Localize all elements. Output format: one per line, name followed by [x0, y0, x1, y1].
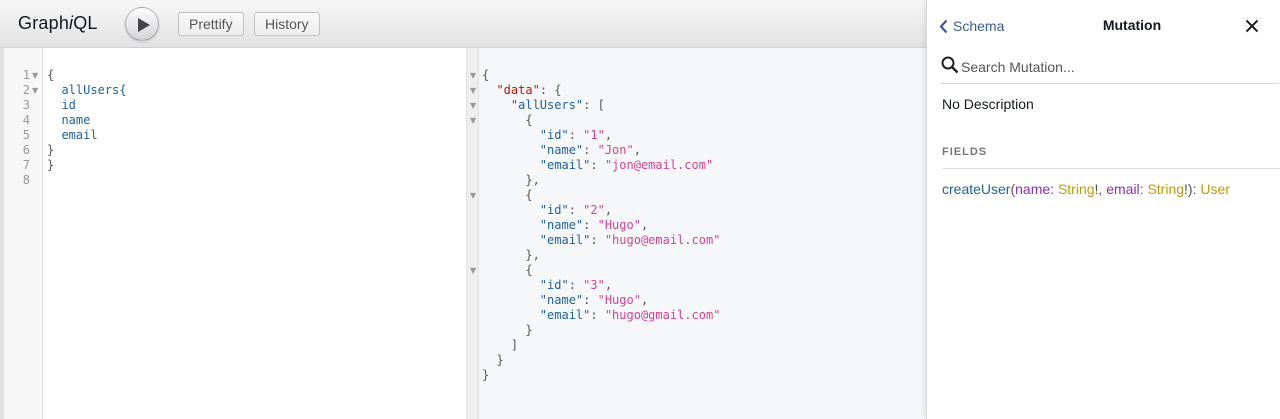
- query-line: {: [47, 68, 55, 82]
- result-line: },: [482, 173, 540, 187]
- result-line: "id": "3",: [539, 278, 613, 292]
- result-line: "email": "jon@email.com": [539, 158, 714, 172]
- doc-search: [941, 52, 1279, 84]
- result-line: }: [482, 323, 533, 337]
- query-editor[interactable]: 1 ▼ 2 ▼ 3 4 5 6 7 8 { allUsers{ id name …: [0, 48, 466, 419]
- field-name-link[interactable]: createUser: [942, 181, 1010, 197]
- argument-name: name: [1015, 181, 1051, 197]
- result-line: "id": "1",: [539, 128, 613, 142]
- back-to-schema-link[interactable]: Schema: [939, 16, 1004, 36]
- fold-arrow-icon[interactable]: ▼: [470, 83, 476, 98]
- result-line: {: [482, 113, 533, 127]
- query-line: id: [47, 98, 76, 112]
- query-line: }: [47, 143, 55, 157]
- line-number: 4: [22, 113, 30, 127]
- line-number: 6: [22, 143, 30, 157]
- line-number: 2: [22, 83, 30, 97]
- result-line: "data": {: [496, 83, 562, 97]
- close-docs-button[interactable]: [1245, 16, 1261, 34]
- chevron-left-icon: [939, 19, 948, 33]
- back-link-label: Schema: [953, 18, 1005, 34]
- fold-arrow-icon[interactable]: ▼: [470, 188, 476, 203]
- fold-arrow-icon[interactable]: ▼: [470, 98, 476, 113]
- result-line: },: [482, 248, 540, 262]
- query-line: allUsers{: [47, 83, 127, 97]
- result-line: "name": "Hugo",: [539, 218, 649, 232]
- line-number-gutter: 1 ▼ 2 ▼ 3 4 5 6 7 8: [4, 48, 43, 419]
- result-line: "name": "Jon",: [539, 143, 641, 157]
- argument-type-link[interactable]: String: [1147, 181, 1184, 197]
- doc-title: Mutation: [1102, 17, 1162, 33]
- result-line: "email": "hugo@email.com": [539, 233, 721, 247]
- result-line: "name": "Hugo",: [539, 293, 649, 307]
- doc-explorer-header: Schema Mutation: [927, 0, 1280, 49]
- line-number: 1: [22, 68, 30, 82]
- result-line: ]: [482, 338, 519, 352]
- type-description: No Description: [942, 96, 1034, 112]
- doc-explorer: Schema Mutation No Description FIELDS cr…: [926, 0, 1280, 419]
- query-line: name: [47, 113, 91, 127]
- fields-heading: FIELDS: [942, 146, 1280, 169]
- toolbar: GraphiQL Prettify History: [0, 0, 926, 48]
- argument-name: email: [1106, 181, 1140, 197]
- line-number: 7: [22, 158, 30, 172]
- query-line: }: [47, 158, 55, 172]
- result-line: "email": "hugo@gmail.com": [539, 308, 721, 322]
- execute-query-button[interactable]: [125, 7, 159, 41]
- result-line: }: [482, 368, 490, 382]
- close-icon: [1245, 19, 1259, 33]
- field-item: createUser(name: String!, email: String!…: [942, 181, 1230, 197]
- result-line: "id": "2",: [539, 203, 613, 217]
- app-title: GraphiQL: [18, 13, 98, 33]
- fold-arrow-icon[interactable]: ▼: [470, 113, 476, 128]
- query-line: email: [47, 128, 98, 142]
- fold-arrow-icon[interactable]: ▼: [32, 83, 38, 98]
- line-number: 5: [22, 128, 30, 142]
- search-input[interactable]: [961, 56, 1271, 78]
- result-line: {: [482, 188, 533, 202]
- play-icon: [138, 18, 150, 32]
- history-button[interactable]: History: [254, 12, 320, 36]
- result-viewer: ▼ ▼ ▼ ▼ ▼ ▼ { "data": { "allUsers": [ { …: [470, 48, 926, 419]
- search-icon: [941, 56, 959, 74]
- result-line: "allUsers": [: [510, 98, 605, 112]
- return-type-link[interactable]: User: [1200, 181, 1230, 197]
- prettify-button[interactable]: Prettify: [178, 12, 244, 36]
- result-line: {: [482, 263, 533, 277]
- line-number: 3: [22, 98, 30, 112]
- fold-arrow-icon[interactable]: ▼: [470, 263, 476, 278]
- argument-type-link[interactable]: String: [1058, 181, 1095, 197]
- result-line: {: [482, 68, 490, 82]
- line-number: 8: [22, 173, 30, 187]
- fold-arrow-icon[interactable]: ▼: [470, 68, 476, 83]
- fold-arrow-icon[interactable]: ▼: [32, 68, 38, 83]
- result-line: }: [482, 353, 504, 367]
